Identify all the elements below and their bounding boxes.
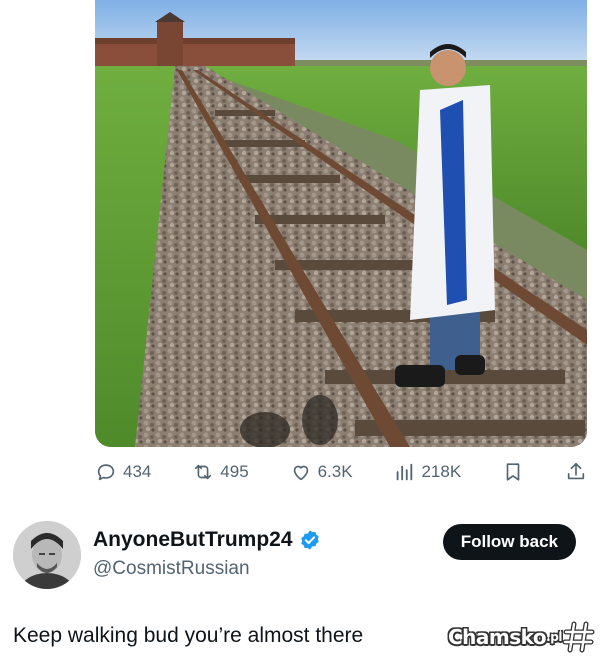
like-icon	[293, 465, 308, 481]
tweet-photo[interactable]	[95, 0, 587, 447]
watermark-suffix: .pl	[546, 630, 562, 644]
follow-back-button[interactable]: Follow back	[442, 524, 576, 560]
avatar[interactable]	[13, 521, 81, 589]
share-icon	[567, 462, 585, 480]
avatar-image	[13, 521, 81, 589]
reply-count: 434	[123, 462, 152, 481]
views-button[interactable]: 218K	[393, 461, 461, 483]
reply-author-row: AnyoneButTrump24 @CosmistRussian Follow …	[13, 521, 588, 593]
display-name[interactable]: AnyoneButTrump24	[93, 528, 293, 552]
reply-icon	[97, 464, 115, 481]
author-names: AnyoneButTrump24 @CosmistRussian	[93, 528, 321, 580]
repost-button[interactable]: 495	[192, 461, 249, 483]
user-handle[interactable]: @CosmistRussian	[93, 558, 321, 580]
display-name-row: AnyoneButTrump24	[93, 528, 321, 552]
share-button[interactable]	[565, 461, 587, 483]
like-button[interactable]: 6.3K	[290, 461, 353, 483]
reply-text: Keep walking bud you’re almost there	[13, 624, 364, 647]
watermark-text: Chamsko	[448, 625, 547, 649]
railway-photo-image	[95, 0, 587, 447]
reply-button[interactable]: 434	[95, 461, 151, 483]
repost-icon	[195, 464, 212, 480]
bookmark-button[interactable]	[502, 461, 524, 483]
bookmark-icon	[506, 463, 520, 481]
view-count: 218K	[421, 462, 462, 481]
repost-count: 495	[220, 462, 249, 481]
tweet-action-bar: 434 495 6.3K 218K	[95, 456, 587, 488]
site-watermark: Chamsko .pl	[448, 620, 596, 654]
views-icon	[397, 463, 413, 481]
hash-logo-icon	[562, 621, 595, 653]
like-count: 6.3K	[317, 462, 353, 481]
verified-badge-icon	[300, 530, 319, 550]
